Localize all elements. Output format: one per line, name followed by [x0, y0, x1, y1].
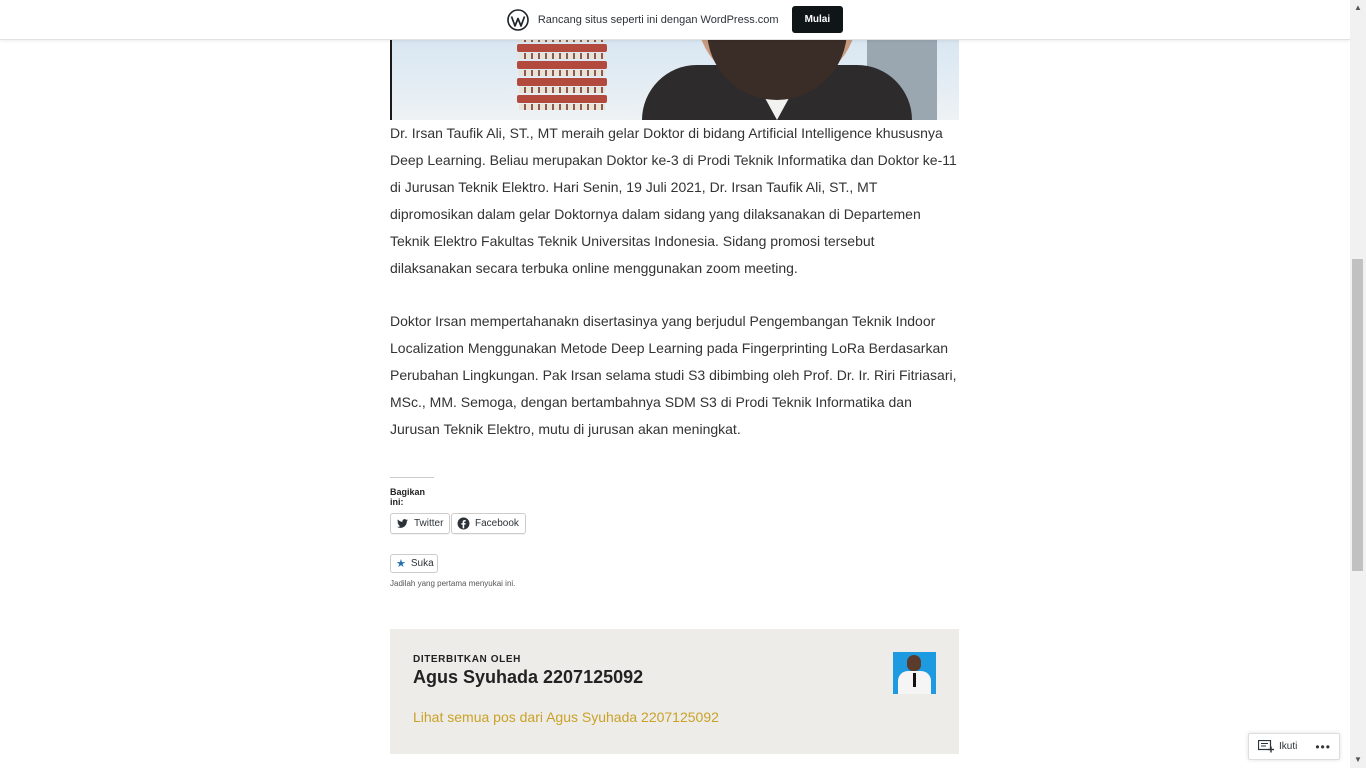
author-box: DITERBITKAN OLEH Agus Syuhada 2207125092…	[390, 629, 959, 754]
like-note: Jadilah yang pertama menyukai ini.	[390, 579, 516, 588]
twitter-icon	[397, 519, 408, 528]
follow-label: Ikuti	[1279, 741, 1298, 752]
scroll-down-icon[interactable]: ▼	[1350, 752, 1366, 768]
wordpress-banner: Rancang situs seperti ini dengan WordPre…	[0, 0, 1350, 40]
avatar[interactable]	[893, 652, 936, 694]
wordpress-banner-text[interactable]: Rancang situs seperti ini dengan WordPre…	[538, 14, 779, 26]
star-icon: ★	[396, 558, 406, 570]
start-button[interactable]: Mulai	[791, 6, 844, 33]
scroll-up-icon[interactable]: ▲	[1350, 0, 1366, 16]
reader-follow-icon	[1258, 740, 1274, 753]
article-body: Dr. Irsan Taufik Ali, ST., MT meraih gel…	[390, 120, 960, 443]
share-heading: Bagikan ini:	[390, 477, 434, 507]
scrollbar[interactable]: ▲ ▼	[1350, 0, 1366, 768]
share-facebook-button[interactable]: Facebook	[451, 513, 526, 534]
author-name: Agus Syuhada 2207125092	[413, 667, 644, 687]
wordpress-logo-icon[interactable]	[507, 8, 529, 31]
facebook-label: Facebook	[475, 518, 519, 529]
like-button[interactable]: ★ Suka	[390, 554, 438, 573]
like-label: Suka	[410, 558, 434, 569]
follow-widget[interactable]: Ikuti •••	[1248, 733, 1340, 760]
more-options-icon[interactable]: •••	[1315, 740, 1331, 754]
facebook-icon	[457, 517, 470, 530]
author-label: DITERBITKAN OLEH	[413, 654, 521, 665]
share-twitter-button[interactable]: Twitter	[390, 513, 451, 534]
article-paragraph: Dr. Irsan Taufik Ali, ST., MT meraih gel…	[390, 125, 957, 276]
author-posts-link[interactable]: Lihat semua pos dari Agus Syuhada 220712…	[413, 709, 719, 725]
twitter-label: Twitter	[414, 518, 444, 529]
article-paragraph: Doktor Irsan mempertahanakn disertasinya…	[390, 313, 957, 437]
scrollbar-thumb[interactable]	[1352, 259, 1363, 571]
